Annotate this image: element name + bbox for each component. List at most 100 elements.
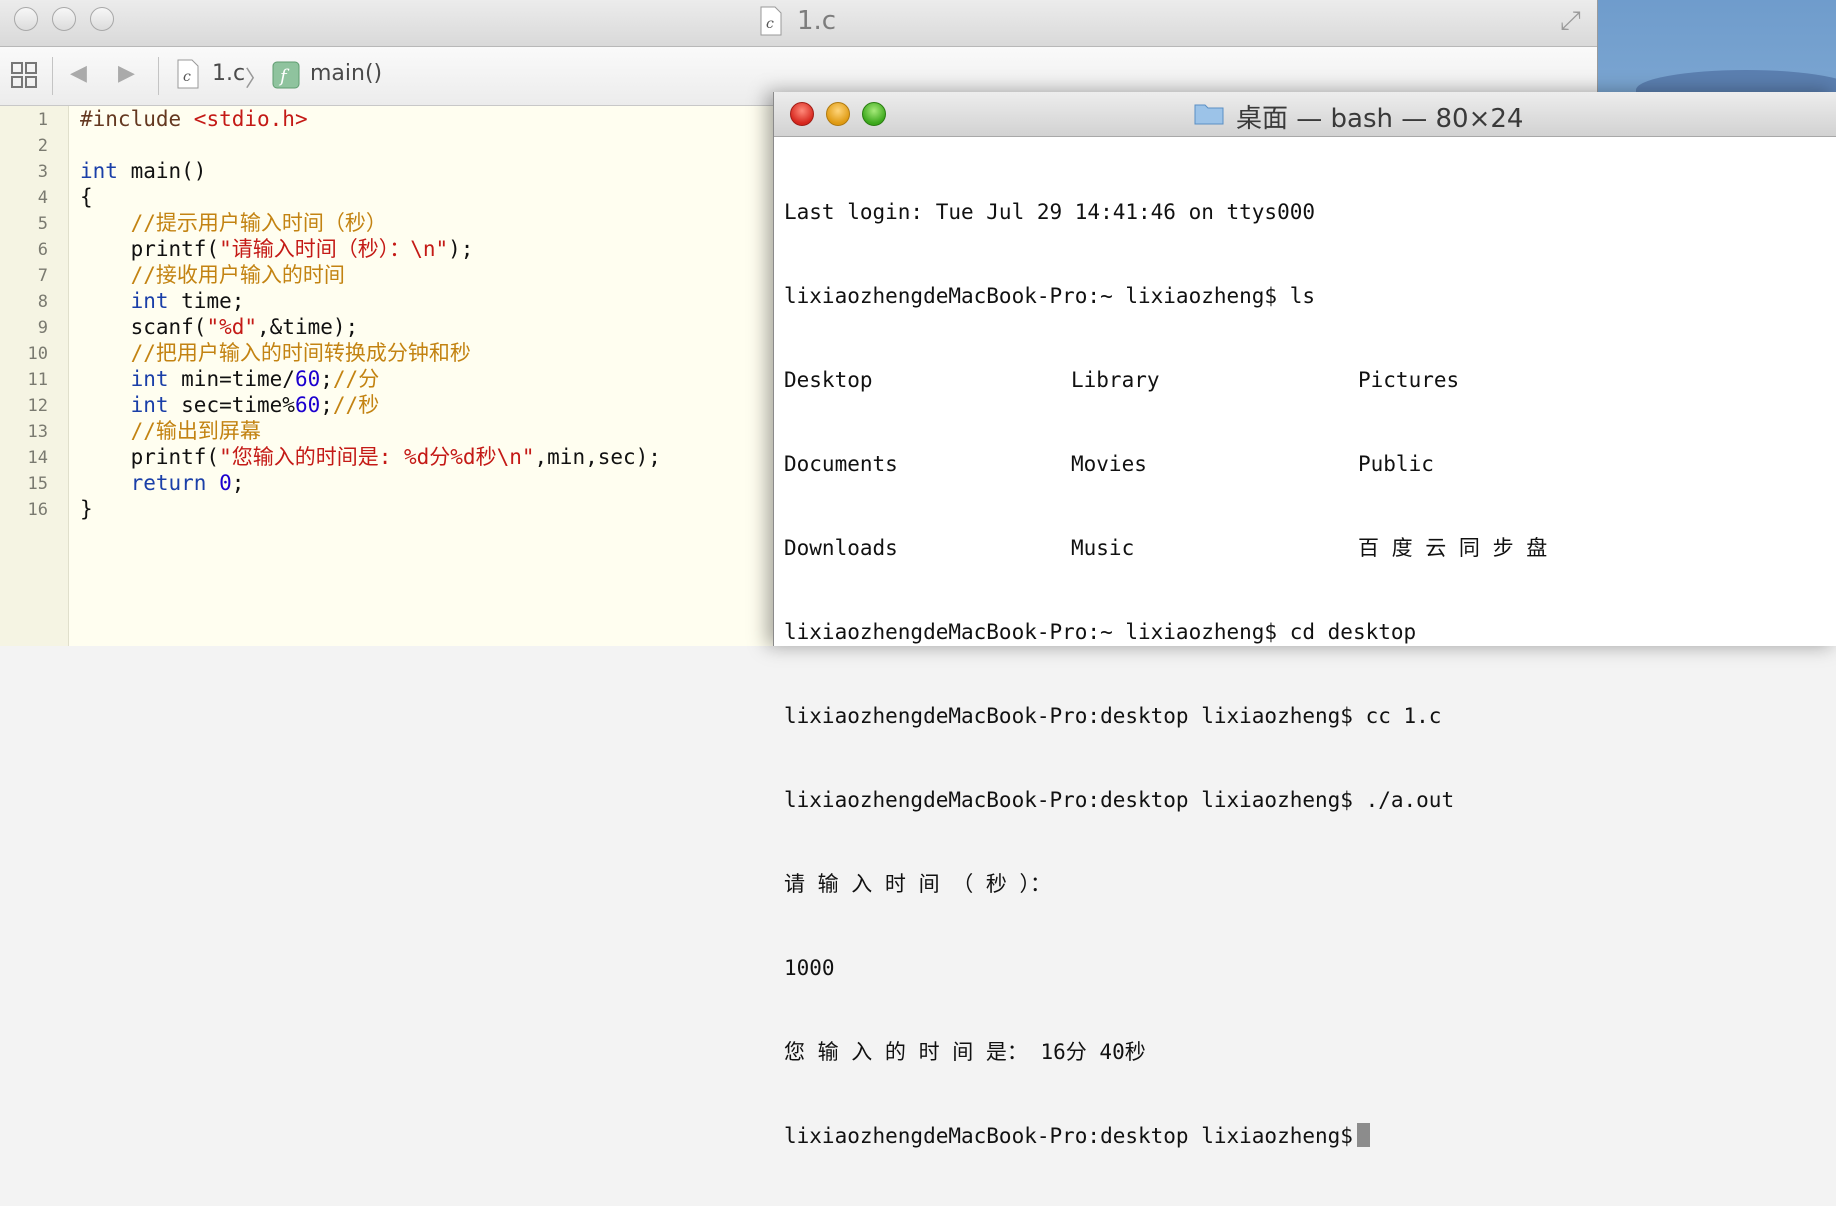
minimize-button[interactable]: [826, 102, 850, 126]
line-number: 9: [37, 318, 48, 338]
code-token: 0: [219, 471, 232, 495]
back-arrow-icon[interactable]: ◀: [70, 61, 87, 86]
line-number: 7: [37, 266, 48, 286]
ls-entry: 百 度 云 同 步 盘: [1358, 536, 1548, 560]
terminal-line: 1000: [784, 956, 835, 980]
close-button[interactable]: [790, 102, 814, 126]
jump-bar-file[interactable]: 1.c: [212, 61, 245, 86]
ls-row: Downloads Music 百 度 云 同 步 盘: [784, 534, 1547, 562]
forward-arrow-icon[interactable]: ▶: [118, 61, 135, 86]
code-token: //接收用户输入的时间: [130, 263, 345, 287]
terminal-prompt-line[interactable]: lixiaozhengdeMacBook-Pro:desktop lixiaoz…: [784, 1122, 1454, 1150]
code-token: }: [80, 497, 93, 521]
line-number: 2: [37, 136, 48, 156]
code-line: scanf("%d",&time);: [80, 314, 661, 340]
code-line: int time;: [80, 288, 661, 314]
terminal-output[interactable]: Last login: Tue Jul 29 14:41:46 on ttys0…: [784, 142, 1547, 1206]
ls-entry: Pictures: [1358, 368, 1460, 392]
line-number: 10: [27, 344, 48, 364]
line-number: 14: [27, 448, 48, 468]
c-file-icon: c: [176, 59, 200, 93]
terminal-line: lixiaozhengdeMacBook-Pro:~ lixiaozheng$ …: [784, 620, 1417, 644]
code-token: scanf(: [80, 315, 207, 339]
jump-bar-function[interactable]: main(): [310, 61, 382, 86]
terminal-line: Last login: Tue Jul 29 14:41:46 on ttys0…: [784, 200, 1316, 224]
code-token: time;: [168, 289, 245, 313]
code-line: printf("您输入的时间是: %d分%d秒\n",min,sec);: [80, 444, 661, 470]
ls-entry: Movies: [1071, 452, 1147, 476]
minimize-button[interactable]: [52, 7, 76, 31]
code-token: 60: [294, 367, 321, 391]
code-line: int min=time/60;//分: [80, 366, 661, 392]
ls-entry: Documents: [784, 452, 898, 476]
close-button[interactable]: [14, 7, 38, 31]
terminal-line: lixiaozhengdeMacBook-Pro:desktop lixiaoz…: [784, 704, 1442, 728]
code-line: //把用户输入的时间转换成分钟和秒: [80, 340, 661, 366]
code-line: printf("请输入时间（秒）：\n");: [80, 236, 661, 262]
code-token: main(): [117, 159, 207, 183]
code-editor[interactable]: #include <stdio.h> int main(){ //提示用户输入时间…: [80, 106, 661, 522]
code-line: return 0;: [80, 470, 661, 496]
jump-bar-separator: 〉: [245, 67, 268, 92]
code-line: int main(): [80, 158, 661, 184]
code-token: ;: [320, 367, 333, 391]
terminal-titlebar[interactable]: 桌面 — bash — 80×24: [774, 92, 1836, 137]
code-token: return: [130, 471, 207, 495]
related-items-icon[interactable]: [10, 61, 38, 93]
code-token: ;: [320, 393, 333, 417]
code-token: int: [130, 289, 169, 313]
code-line: //输出到屏幕: [80, 418, 661, 444]
terminal-prompt: lixiaozhengdeMacBook-Pro:desktop lixiaoz…: [784, 1124, 1353, 1148]
code-token: ,&time);: [257, 315, 359, 339]
code-token: <stdio.h>: [193, 107, 308, 131]
line-number: 16: [27, 500, 48, 520]
code-token: //秒: [332, 393, 380, 417]
ls-entry: Library: [1071, 368, 1160, 392]
code-token: sec=time%: [168, 393, 295, 417]
terminal-line: 您 输 入 的 时 间 是： 16分 40秒: [784, 1040, 1146, 1064]
code-line: int sec=time%60;//秒: [80, 392, 661, 418]
zoom-button[interactable]: [90, 7, 114, 31]
line-number: 12: [27, 396, 48, 416]
code-token: "您输入的时间是: %d分%d秒\n": [219, 445, 535, 469]
code-token: {: [80, 185, 93, 209]
line-number: 11: [27, 370, 48, 390]
svg-text:c: c: [766, 16, 774, 32]
code-token: int: [130, 367, 169, 391]
terminal-title: 桌面 — bash — 80×24: [1236, 104, 1524, 134]
fullscreen-icon[interactable]: ⤢: [1560, 6, 1581, 37]
terminal-line: 请 输 入 时 间 （ 秒 ）：: [784, 872, 1052, 896]
code-token: min=time/: [168, 367, 295, 391]
line-number-gutter: 1 2 3 4 5 6 7 8 9 10 11 12 13 14 15 16: [0, 106, 69, 646]
xcode-titlebar[interactable]: c 1.c ⤢: [0, 0, 1597, 47]
zoom-button[interactable]: [862, 102, 886, 126]
code-token: //把用户输入的时间转换成分钟和秒: [130, 341, 471, 365]
line-number: 5: [37, 214, 48, 234]
code-line: {: [80, 184, 661, 210]
svg-text:c: c: [183, 69, 191, 85]
code-line: #include <stdio.h>: [80, 106, 661, 132]
code-token: ,min,sec);: [534, 445, 661, 469]
terminal-line: lixiaozhengdeMacBook-Pro:desktop lixiaoz…: [784, 788, 1455, 812]
code-token: printf(: [80, 237, 220, 261]
code-line: //提示用户输入时间（秒）: [80, 210, 661, 236]
code-token: 60: [294, 393, 321, 417]
window-title: 1.c: [797, 6, 837, 36]
terminal-window: 桌面 — bash — 80×24 Last login: Tue Jul 29…: [773, 92, 1836, 1148]
line-number: 15: [27, 474, 48, 494]
code-token: printf(: [80, 445, 220, 469]
code-token: "请输入时间（秒）：\n": [219, 237, 449, 261]
code-token: );: [448, 237, 474, 261]
text-cursor: [1356, 1123, 1370, 1147]
code-token: #include: [80, 107, 194, 131]
ls-entry: Music: [1071, 536, 1135, 560]
